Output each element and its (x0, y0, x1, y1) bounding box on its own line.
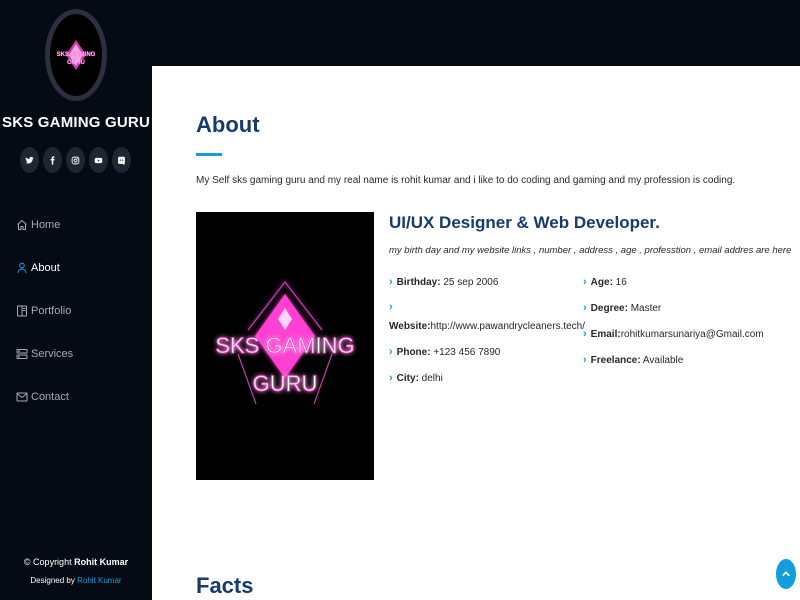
info-email: › Email:rohitkumarsunariya@Gmail.com (583, 328, 764, 340)
info-city: › City: delhi (389, 372, 443, 384)
info-website-line: Website:http://www.pawandrycleaners.tech… (389, 321, 585, 332)
info-label: Degree: (590, 303, 628, 314)
role-subtitle: my birth day and my website links , numb… (389, 245, 792, 256)
nav-label-portfolio: Portfolio (31, 304, 72, 317)
site-name[interactable]: SKS GAMING GURU (0, 114, 152, 131)
credits: Designed by Rohit Kumar (0, 576, 152, 585)
svg-text:SKS GAMING: SKS GAMING (57, 52, 96, 58)
chevron-right-icon: › (583, 328, 587, 340)
server-icon (16, 347, 28, 361)
info-value: Available (640, 355, 684, 366)
nav-item-home[interactable]: Home (16, 203, 73, 246)
credits-link[interactable]: Rohit Kumar (77, 576, 121, 585)
copyright-name: Rohit Kumar (74, 557, 129, 567)
info-degree: › Degree: Master (583, 302, 661, 314)
copyright-prefix: © Copyright (23, 557, 75, 567)
about-title: About (196, 112, 260, 137)
info-label: Email: (590, 329, 621, 340)
nav-item-portfolio[interactable]: Portfolio (16, 289, 73, 332)
social-links (20, 147, 131, 173)
facebook-icon[interactable] (43, 147, 62, 173)
nav-label-about: About (31, 261, 60, 274)
info-age: › Age: 16 (583, 276, 627, 288)
chevron-right-icon: › (583, 276, 587, 288)
instagram-icon[interactable] (66, 147, 85, 173)
role-heading: UI/UX Designer & Web Developer. (389, 213, 660, 232)
profile-logo-art: SKS GAMING GURU (215, 281, 355, 405)
sidebar-nav: Home About Portfolio Services Contact (16, 203, 73, 418)
sidebar: SKS GAMING GURU SKS GAMING GURU Home Abo… (0, 0, 152, 600)
logo-image: SKS GAMING GURU (45, 9, 107, 101)
copyright: © Copyright Rohit Kumar (0, 557, 152, 567)
top-banner (152, 0, 800, 66)
info-value[interactable]: rohitkumarsunariya@Gmail.com (621, 329, 764, 340)
info-value: 25 sep 2006 (440, 277, 499, 288)
chevron-right-icon: › (389, 346, 393, 358)
nav-item-services[interactable]: Services (16, 332, 73, 375)
profile-image-line1: SKS GAMING (215, 333, 354, 358)
envelope-icon (16, 390, 28, 404)
info-label: City: (396, 373, 419, 384)
nav-label-services: Services (31, 347, 74, 360)
portfolio-icon (16, 304, 28, 318)
chevron-right-icon: › (583, 302, 587, 314)
info-website: › (389, 301, 397, 313)
info-phone: › Phone: +123 456 7890 (389, 346, 500, 358)
svg-text:GURU: GURU (67, 60, 85, 66)
info-value[interactable]: http://www.pawandrycleaners.tech/ (431, 321, 586, 332)
avatar[interactable]: SKS GAMING GURU (45, 9, 107, 101)
nav-item-contact[interactable]: Contact (16, 375, 73, 418)
discord-icon[interactable] (112, 147, 131, 173)
title-underline (196, 153, 222, 156)
nav-label-home: Home (31, 218, 61, 231)
info-label: Freelance: (590, 355, 641, 366)
info-label: Website: (389, 321, 431, 332)
youtube-icon[interactable] (89, 147, 108, 173)
credits-prefix: Designed by (30, 576, 78, 585)
info-value: delhi (418, 373, 443, 384)
about-intro: My Self sks gaming guru and my real name… (196, 175, 736, 186)
twitter-icon[interactable] (20, 147, 39, 173)
back-to-top-button[interactable] (776, 559, 796, 589)
profile-image: SKS GAMING GURU (196, 212, 374, 480)
facts-title: Facts (196, 573, 254, 598)
chevron-right-icon: › (389, 372, 393, 384)
logo-emblem: SKS GAMING GURU (57, 40, 96, 70)
info-label: Phone: (396, 347, 431, 358)
person-icon (16, 261, 28, 275)
profile-image-line2: GURU (253, 371, 318, 396)
nav-label-contact: Contact (31, 390, 69, 403)
nav-item-about[interactable]: About (16, 246, 73, 289)
chevron-right-icon: › (389, 301, 393, 313)
chevron-right-icon: › (583, 354, 587, 366)
chevron-right-icon: › (389, 276, 393, 288)
info-birthday: › Birthday: 25 sep 2006 (389, 276, 498, 288)
info-label: Birthday: (396, 277, 441, 288)
info-freelance: › Freelance: Available (583, 354, 683, 366)
home-icon (16, 218, 28, 232)
arrow-up-icon (782, 571, 790, 577)
info-label: Age: (590, 277, 613, 288)
info-value: 16 (612, 277, 627, 288)
info-value: +123 456 7890 (430, 347, 501, 358)
info-value: Master (627, 303, 662, 314)
